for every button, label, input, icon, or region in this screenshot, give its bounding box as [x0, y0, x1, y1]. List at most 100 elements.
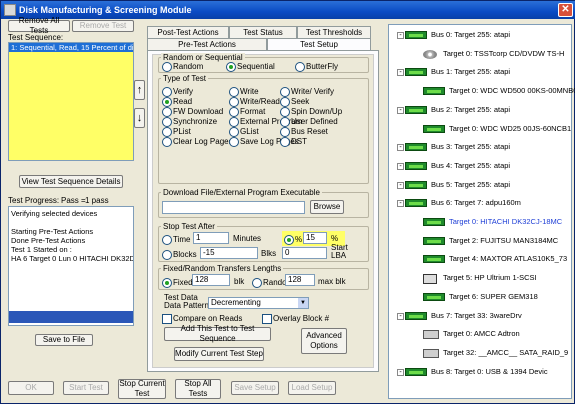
percent-unit: % — [331, 234, 339, 243]
move-up-button[interactable]: ↑ — [134, 80, 145, 100]
collapse-icon[interactable]: - — [397, 368, 404, 376]
pass-value: 1 pass — [85, 196, 109, 205]
tree-item-label: Target 6: SUPER GEM318 — [449, 291, 538, 301]
max-length-input[interactable]: 128 — [285, 274, 315, 286]
tree-item-label: Target 0: AMCC Adtron — [443, 329, 520, 339]
hard-drive-icon — [405, 105, 427, 114]
start-lba-label: Start LBA — [331, 243, 348, 260]
radio-type-format[interactable]: Format — [229, 107, 265, 117]
radio-sequential[interactable]: Sequential — [226, 62, 275, 72]
transfer-length-title: Fixed/Random Transfers Lengths — [161, 264, 284, 273]
stop-all-tests-button[interactable]: Stop All Tests — [175, 379, 221, 399]
time-input[interactable]: 1 — [193, 232, 229, 244]
load-setup-button[interactable]: Load Setup — [288, 381, 336, 395]
radio-type-glist[interactable]: GList — [229, 127, 259, 137]
advanced-options-button[interactable]: Advanced Options — [301, 328, 347, 354]
radio-time[interactable]: Time — [162, 235, 190, 245]
radio-type-spin-down-up[interactable]: Spin Down/Up — [280, 107, 342, 117]
close-button[interactable]: ✕ — [558, 3, 573, 17]
radio-type-user-defined[interactable]: User Defined — [280, 117, 338, 127]
radio-type-verify[interactable]: Verify — [162, 87, 193, 97]
radio-type-plist[interactable]: PList — [162, 127, 191, 137]
ok-button[interactable]: OK — [8, 381, 54, 395]
collapse-icon[interactable]: - — [397, 32, 404, 39]
radio-fixed[interactable]: Fixed — [162, 278, 193, 288]
save-to-file-button[interactable]: Save to File — [35, 334, 93, 346]
radio-type-fw-download[interactable]: FW Download — [162, 107, 223, 117]
radio-blocks[interactable]: Blocks — [162, 250, 197, 260]
radio-type-read[interactable]: Read — [162, 97, 192, 107]
tree-item-label: Bus 4: Target 255: atapi — [431, 160, 511, 170]
start-lba-input[interactable]: 0 — [282, 247, 327, 259]
hard-drive-icon — [405, 180, 427, 189]
disk-array-icon — [423, 330, 439, 340]
radio-type-dst[interactable]: DST — [280, 137, 307, 147]
tab-post-test-actions[interactable]: Post-Test Actions — [147, 26, 229, 38]
view-test-sequence-details-button[interactable]: View Test Sequence Details — [19, 175, 123, 188]
percent-input[interactable]: 15 — [303, 232, 327, 244]
collapse-icon[interactable]: - — [397, 181, 404, 189]
radio-type-seek[interactable]: Seek — [280, 97, 309, 107]
radio-type-clear-log-pages[interactable]: Clear Log Pages — [162, 137, 233, 147]
download-title: Download File/External Program Executabl… — [161, 188, 322, 197]
tree-item-label: Bus 6: Target 7: adpu160m — [431, 198, 521, 208]
device-tree[interactable] — [388, 24, 572, 399]
tab-test-status[interactable]: Test Status — [229, 26, 297, 38]
executable-path-input[interactable] — [162, 201, 305, 214]
test-log[interactable]: Verifying selected devices Starting Pre-T… — [8, 206, 134, 326]
radio-random[interactable]: Random — [162, 62, 203, 72]
log-scrollbar[interactable] — [9, 311, 133, 323]
hard-drive-icon — [405, 143, 427, 152]
test-sequence-list[interactable]: 1: Sequential, Read, 15 Percent of disk — [8, 42, 134, 161]
remove-all-tests-button[interactable]: Remove All Tests — [8, 16, 70, 35]
tree-item-label: Bus 1: Target 255: atapi — [431, 67, 511, 77]
data-pattern-select[interactable]: Decrementing ▼ — [208, 297, 309, 309]
overlay-block-checkbox[interactable]: Overlay Block # — [262, 314, 329, 324]
tree-item-label: Target 0: HITACHI DK32CJ-18MC — [449, 217, 563, 226]
save-setup-button[interactable]: Save Setup — [231, 381, 279, 395]
log-line: Verifying selected devices — [11, 209, 98, 218]
list-item[interactable]: 1: Sequential, Read, 15 Percent of disk — [9, 43, 133, 52]
radio-type-write-read[interactable]: Write/Read — [229, 97, 280, 107]
chevron-down-icon[interactable]: ▼ — [298, 298, 308, 308]
radio-butterfly[interactable]: ButterFly — [295, 62, 338, 72]
collapse-icon[interactable]: - — [397, 144, 404, 152]
browse-button[interactable]: Browse — [310, 200, 344, 214]
radio-type-write-verify[interactable]: Write/ Verify — [280, 87, 334, 97]
collapse-icon[interactable]: - — [397, 69, 404, 77]
hard-drive-icon — [423, 218, 445, 226]
tab-test-thresholds[interactable]: Test Thresholds — [297, 26, 371, 38]
collapse-icon[interactable]: - — [397, 162, 404, 170]
tree-item-label: Target 32: __AMCC__ SATA_RAID_9 — [443, 347, 569, 357]
radio-type-write[interactable]: Write — [229, 87, 259, 97]
app-icon — [4, 4, 16, 16]
start-test-button[interactable]: Start Test — [63, 381, 109, 395]
collapse-icon[interactable]: - — [397, 312, 404, 320]
compare-on-reads-checkbox[interactable]: Compare on Reads — [162, 314, 242, 324]
test-sequence-label: Test Sequence: — [8, 33, 64, 42]
log-line: HA 6 Target 0 Lun 0 HITACHI DK32DJ- — [11, 254, 134, 263]
stop-current-test-button[interactable]: Stop Current Test — [118, 379, 166, 399]
remove-test-button[interactable]: Remove Test — [72, 20, 134, 32]
random-sequential-title: Random or Sequential — [161, 53, 245, 62]
window-title: Disk Manufacturing & Screening Module — [19, 5, 192, 15]
hard-drive-icon — [423, 255, 445, 264]
hard-drive-icon — [423, 292, 445, 301]
data-pattern-value: Decrementing — [211, 298, 261, 307]
radio-percent[interactable]: % — [284, 235, 302, 245]
radio-type-synchronize[interactable]: Synchronize — [162, 117, 217, 127]
tab-test-setup[interactable]: Test Setup — [267, 38, 371, 50]
disk-array-icon — [423, 348, 439, 358]
tab-pre-test-actions[interactable]: Pre-Test Actions — [147, 38, 267, 50]
move-down-button[interactable]: ↓ — [134, 108, 145, 128]
fixed-length-input[interactable]: 128 — [192, 274, 230, 286]
modify-test-step-button[interactable]: Modify Current Test Step — [174, 347, 264, 361]
radio-type-bus-reset[interactable]: Bus Reset — [280, 127, 328, 137]
minutes-label: Minutes — [233, 234, 262, 243]
collapse-icon[interactable]: - — [397, 106, 404, 114]
collapse-icon[interactable]: - — [397, 200, 404, 208]
add-test-button[interactable]: Add This Test to Test Sequence — [164, 324, 271, 343]
tree-item-label: Target 0: TSSTcorp CD/DVDW TS-H — [443, 48, 565, 58]
tape-drive-icon — [423, 274, 437, 285]
blocks-input[interactable]: -15 — [200, 247, 258, 259]
